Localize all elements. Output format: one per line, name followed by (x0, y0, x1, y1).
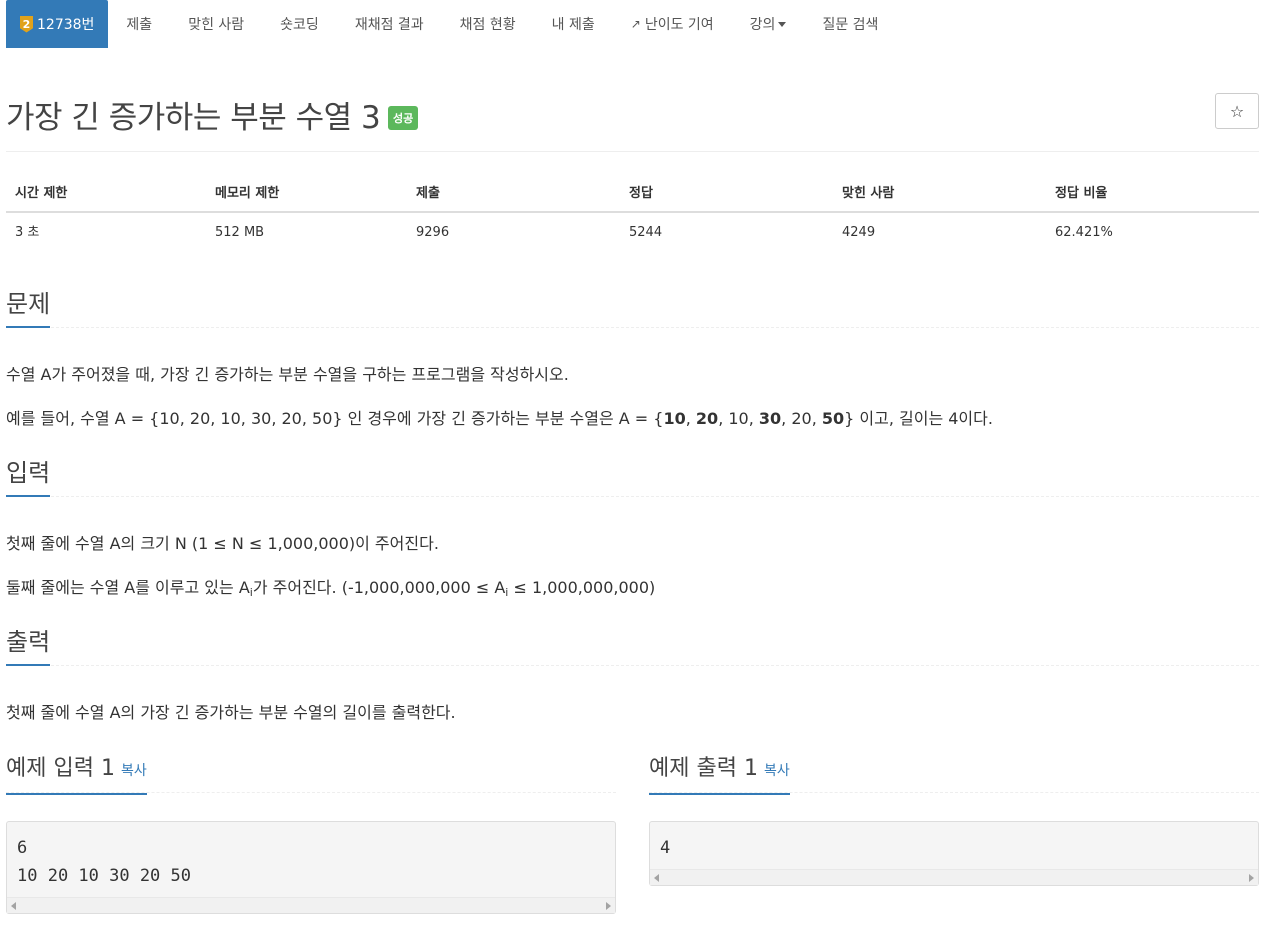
star-icon: ☆ (1229, 101, 1245, 121)
sample-output-text: 4 (660, 838, 671, 858)
nav-short-coding[interactable]: 숏코딩 (262, 0, 337, 48)
header-time-limit: 시간 제한 (15, 186, 68, 201)
output-section-header: 출력 (6, 626, 1259, 666)
input-description-2: 둘째 줄에는 수열 A를 이루고 있는 Ai가 주어진다. (-1,000,00… (6, 574, 655, 599)
header-accepted: 정답 (629, 186, 653, 201)
nav-difficulty-contribution[interactable]: ↗ 난이도 기여 (613, 0, 732, 48)
table-row: 3 초 512 MB 9296 5244 4249 62.421% (6, 213, 1259, 253)
bold-value: 30 (758, 409, 782, 428)
page-title: 가장 긴 증가하는 부분 수열 3 (6, 100, 381, 136)
memory-limit-value: 512 MB (215, 225, 265, 240)
header-submissions: 제출 (416, 186, 440, 201)
example-text-sep: , (685, 409, 696, 428)
difficulty-contribution-label: 난이도 기여 (644, 17, 714, 33)
submissions-value: 9296 (416, 225, 450, 240)
scroll-left-icon[interactable] (11, 902, 16, 910)
example-text-sep: , 10, (718, 409, 759, 428)
nav-question-search[interactable]: 질문 검색 (804, 0, 896, 48)
bold-value: 10 (663, 409, 686, 428)
example-text-post: } 이고, 길이는 4이다. (844, 409, 993, 428)
problem-section-header: 문제 (6, 288, 1259, 328)
scroll-left-icon[interactable] (654, 874, 659, 882)
bold-value: 50 (821, 409, 845, 428)
input-description-1: 첫째 줄에 수열 A의 크기 N (1 ≤ N ≤ 1,000,000)이 주어… (6, 534, 439, 553)
example-text-sep: , 20, (781, 409, 822, 428)
accepted-value: 5244 (629, 225, 663, 240)
output-heading: 출력 (6, 626, 51, 666)
problem-number-label: 12738번 (37, 17, 95, 33)
sample-input-box[interactable]: 6 10 20 10 30 20 50 (6, 821, 616, 914)
ratio-value: 62.421% (1055, 225, 1113, 240)
header-solved-users: 맞힌 사람 (842, 186, 895, 201)
problem-description-2: 예를 들어, 수열 A = {10, 20, 10, 30, 20, 50} 인… (6, 405, 993, 429)
output-description: 첫째 줄에 수열 A의 가장 긴 증가하는 부분 수열의 길이를 출력한다. (6, 703, 456, 722)
sample-output-heading: 예제 출력 1 복사 (649, 753, 790, 795)
sample-output-title: 예제 출력 1 (649, 756, 758, 781)
problem-info-table: 시간 제한 메모리 제한 제출 정답 맞힌 사람 정답 비율 3 초 512 M… (6, 174, 1259, 253)
scroll-right-icon[interactable] (1249, 874, 1254, 882)
horizontal-scrollbar[interactable] (7, 897, 615, 913)
problem-heading: 문제 (6, 288, 51, 328)
problem-description-1: 수열 A가 주어졌을 때, 가장 긴 증가하는 부분 수열을 구하는 프로그램을… (6, 365, 569, 384)
nav-problem-number[interactable]: 2 12738번 (6, 0, 109, 48)
nav-submit[interactable]: 제출 (108, 0, 170, 48)
sample-output-header: 예제 출력 1 복사 (649, 753, 1259, 795)
input-heading: 입력 (6, 457, 51, 497)
nav-rejudge-results[interactable]: 재채점 결과 (337, 0, 442, 48)
status-badge: 성공 (388, 106, 419, 130)
bold-value: 20 (695, 409, 719, 428)
nav-my-submissions[interactable]: 내 제출 (534, 0, 613, 48)
input-text-a: 둘째 줄에는 수열 A를 이루고 있는 A (6, 578, 250, 597)
header-ratio: 정답 비율 (1055, 186, 1108, 201)
solved-users-value: 4249 (842, 225, 876, 240)
time-limit-value: 3 초 (15, 225, 40, 240)
nav-lectures-dropdown[interactable]: 강의 (732, 0, 805, 48)
caret-down-icon (778, 21, 787, 27)
input-text-c: ≤ 1,000,000,000) (508, 578, 656, 597)
lectures-label: 강의 (749, 17, 776, 33)
sample-input-title: 예제 입력 1 (6, 756, 115, 781)
input-text-b: 가 주어진다. (-1,000,000,000 ≤ A (252, 578, 506, 597)
star-button[interactable]: ☆ (1215, 93, 1259, 129)
scroll-right-icon[interactable] (606, 902, 611, 910)
horizontal-scrollbar[interactable] (650, 869, 1258, 885)
header-memory-limit: 메모리 제한 (215, 186, 280, 201)
sample-output-box[interactable]: 4 (649, 821, 1259, 886)
nav-solved-users[interactable]: 맞힌 사람 (170, 0, 262, 48)
example-text-pre: 예를 들어, 수열 A = {10, 20, 10, 30, 20, 50} 인… (6, 409, 664, 428)
tier-badge-icon: 2 (20, 15, 33, 33)
copy-input-button[interactable]: 복사 (121, 763, 147, 779)
problem-title-row: 가장 긴 증가하는 부분 수열 3 성공 ☆ (6, 88, 1259, 152)
problem-menu: 2 12738번 제출 맞힌 사람 숏코딩 재채점 결과 채점 현황 내 제출 … (6, 0, 896, 48)
copy-output-button[interactable]: 복사 (764, 763, 790, 779)
table-header-row: 시간 제한 메모리 제한 제출 정답 맞힌 사람 정답 비율 (6, 174, 1259, 213)
input-section-header: 입력 (6, 457, 1259, 497)
sample-input-header: 예제 입력 1 복사 (6, 753, 616, 795)
sample-input-text: 6 10 20 10 30 20 50 (17, 838, 191, 886)
nav-status[interactable]: 채점 현황 (442, 0, 534, 48)
external-link-icon: ↗ (630, 17, 641, 31)
sample-input-heading: 예제 입력 1 복사 (6, 753, 147, 795)
